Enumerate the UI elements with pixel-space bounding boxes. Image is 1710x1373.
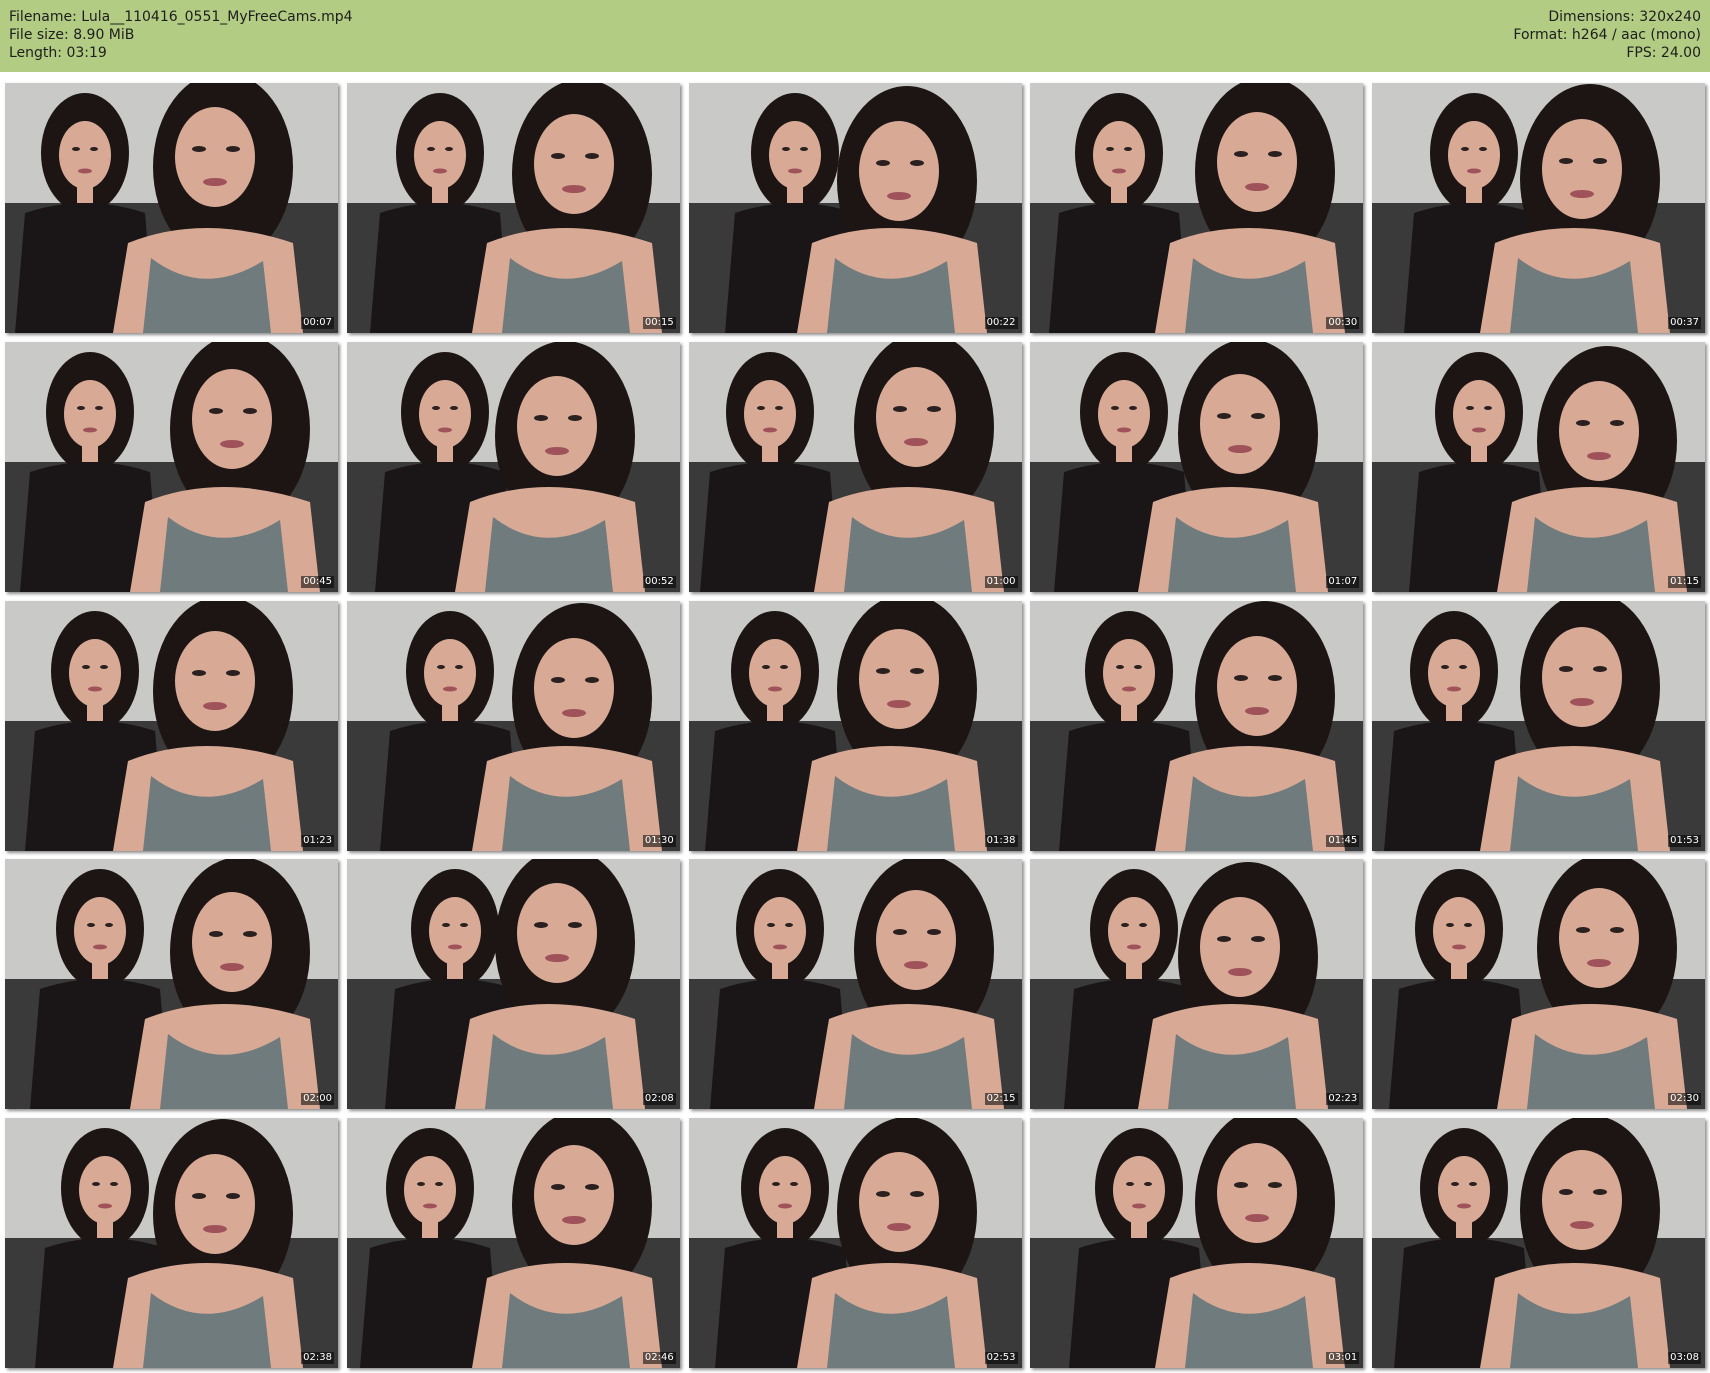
frame-image <box>5 600 338 851</box>
timestamp-label: 01:38 <box>984 834 1018 847</box>
frame-image <box>688 83 1022 333</box>
video-thumbnail[interactable]: 01:38 <box>688 600 1022 851</box>
frame-image <box>346 859 680 1110</box>
filename-text: Filename: Lula__110416_0551_MyFreeCams.m… <box>9 9 353 25</box>
timestamp-label: 01:23 <box>301 834 334 847</box>
timestamp-label: 01:07 <box>1326 575 1360 588</box>
frame-image <box>1372 341 1705 592</box>
video-thumbnail[interactable]: 00:15 <box>346 83 680 333</box>
timestamp-label: 02:38 <box>301 1352 334 1364</box>
timestamp-label: 02:46 <box>642 1352 676 1364</box>
timestamp-label: 03:01 <box>1326 1352 1360 1364</box>
timestamp-label: 01:30 <box>642 834 676 847</box>
frame-image <box>1030 1118 1364 1368</box>
frame-image <box>688 600 1022 851</box>
fps-text: FPS: 24.00 <box>1626 45 1701 61</box>
video-thumbnail[interactable]: 02:15 <box>688 859 1022 1110</box>
timestamp-label: 02:30 <box>1668 1093 1701 1106</box>
frame-image <box>688 1118 1022 1368</box>
video-thumbnail[interactable]: 01:30 <box>346 600 680 851</box>
video-thumbnail[interactable]: 01:23 <box>5 600 338 851</box>
dimensions-text: Dimensions: 320x240 <box>1548 9 1701 25</box>
video-thumbnail[interactable]: 02:08 <box>346 859 680 1110</box>
format-text: Format: h264 / aac (mono) <box>1513 27 1701 43</box>
frame-image <box>688 341 1022 592</box>
timestamp-label: 01:00 <box>984 575 1018 588</box>
video-info: Dimensions: 320x240 Format: h264 / aac (… <box>1513 8 1701 62</box>
frame-image <box>1372 600 1705 851</box>
video-thumbnail[interactable]: 02:38 <box>5 1118 338 1368</box>
frame-image <box>346 83 680 333</box>
frame-image <box>5 83 338 333</box>
frame-image <box>1372 1118 1705 1368</box>
video-thumbnail[interactable]: 00:30 <box>1030 83 1364 333</box>
timestamp-label: 00:07 <box>301 317 334 329</box>
timestamp-label: 02:15 <box>984 1093 1018 1106</box>
video-thumbnail[interactable]: 01:45 <box>1030 600 1364 851</box>
video-thumbnail[interactable]: 00:22 <box>688 83 1022 333</box>
video-thumbnail[interactable]: 00:45 <box>5 341 338 592</box>
timestamp-label: 02:23 <box>1326 1093 1360 1106</box>
video-thumbnail[interactable]: 02:30 <box>1372 859 1705 1110</box>
timestamp-label: 01:45 <box>1326 834 1360 847</box>
frame-image <box>1030 859 1364 1110</box>
video-thumbnail[interactable]: 01:15 <box>1372 341 1705 592</box>
video-thumbnail[interactable]: 02:00 <box>5 859 338 1110</box>
video-thumbnail[interactable]: 02:46 <box>346 1118 680 1368</box>
length-text: Length: 03:19 <box>9 45 107 61</box>
filesize-text: File size: 8.90 MiB <box>9 27 135 43</box>
file-info: Filename: Lula__110416_0551_MyFreeCams.m… <box>9 8 353 62</box>
frame-image <box>5 341 338 592</box>
frame-image <box>1030 600 1364 851</box>
frame-image <box>688 859 1022 1110</box>
video-thumbnail[interactable]: 01:00 <box>688 341 1022 592</box>
timestamp-label: 00:22 <box>984 317 1018 329</box>
frame-image <box>1372 83 1705 333</box>
frame-image <box>1372 859 1705 1110</box>
video-thumbnail[interactable]: 02:53 <box>688 1118 1022 1368</box>
frame-image <box>5 859 338 1110</box>
frame-image <box>1030 341 1364 592</box>
frame-image <box>5 1118 338 1368</box>
timestamp-label: 00:15 <box>642 317 676 329</box>
video-thumbnail[interactable]: 03:08 <box>1372 1118 1705 1368</box>
frame-image <box>1030 83 1364 333</box>
video-thumbnail[interactable]: 01:07 <box>1030 341 1364 592</box>
timestamp-label: 00:37 <box>1668 317 1701 329</box>
timestamp-label: 02:53 <box>984 1352 1018 1364</box>
frame-image <box>346 341 680 592</box>
video-thumbnail[interactable]: 02:23 <box>1030 859 1364 1110</box>
timestamp-label: 01:53 <box>1668 834 1701 847</box>
video-thumbnail[interactable]: 00:07 <box>5 83 338 333</box>
timestamp-label: 02:08 <box>642 1093 676 1106</box>
info-header: Filename: Lula__110416_0551_MyFreeCams.m… <box>0 0 1710 72</box>
timestamp-label: 01:15 <box>1668 575 1701 588</box>
video-thumbnail[interactable]: 01:53 <box>1372 600 1705 851</box>
timestamp-label: 03:08 <box>1668 1352 1701 1364</box>
thumbnail-grid: 00:07 00:15 00:22 00:30 00:37 00:45 00:52 01:00… <box>5 83 1705 1368</box>
video-thumbnail[interactable]: 00:52 <box>346 341 680 592</box>
frame-image <box>346 1118 680 1368</box>
timestamp-label: 00:52 <box>642 575 676 588</box>
frame-image <box>346 600 680 851</box>
timestamp-label: 00:45 <box>301 575 334 588</box>
video-thumbnail[interactable]: 00:37 <box>1372 83 1705 333</box>
timestamp-label: 00:30 <box>1326 317 1360 329</box>
video-thumbnail[interactable]: 03:01 <box>1030 1118 1364 1368</box>
timestamp-label: 02:00 <box>301 1093 334 1106</box>
